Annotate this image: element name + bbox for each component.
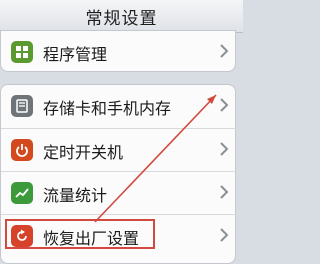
setting-row-data-usage[interactable]: 流量统计 — [1, 171, 237, 214]
setting-label: 定时开关机 — [43, 143, 124, 162]
setting-label: 程序管理 — [43, 45, 108, 64]
setting-row-storage[interactable]: 存储卡和手机内存 — [1, 85, 237, 127]
setting-label: 存储卡和手机内存 — [43, 99, 172, 118]
chevron-right-icon — [220, 228, 229, 242]
highlight-box — [5, 219, 155, 249]
navbar: 常规设置 — [0, 0, 243, 33]
page-title: 常规设置 — [85, 8, 158, 29]
chevron-right-icon — [220, 185, 229, 199]
storage-icon — [11, 95, 33, 117]
apps-grid-icon — [11, 41, 33, 63]
chevron-right-icon — [220, 142, 229, 156]
setting-label: 流量统计 — [43, 186, 108, 205]
trend-chart-icon — [11, 182, 33, 204]
chevron-right-icon — [220, 44, 229, 58]
setting-row-program-management[interactable]: 程序管理 — [1, 31, 237, 73]
settings-group-apps: 程序管理 — [0, 30, 236, 72]
setting-row-scheduled-power[interactable]: 定时开关机 — [1, 128, 237, 171]
chevron-right-icon — [220, 98, 229, 112]
power-icon — [11, 139, 33, 161]
